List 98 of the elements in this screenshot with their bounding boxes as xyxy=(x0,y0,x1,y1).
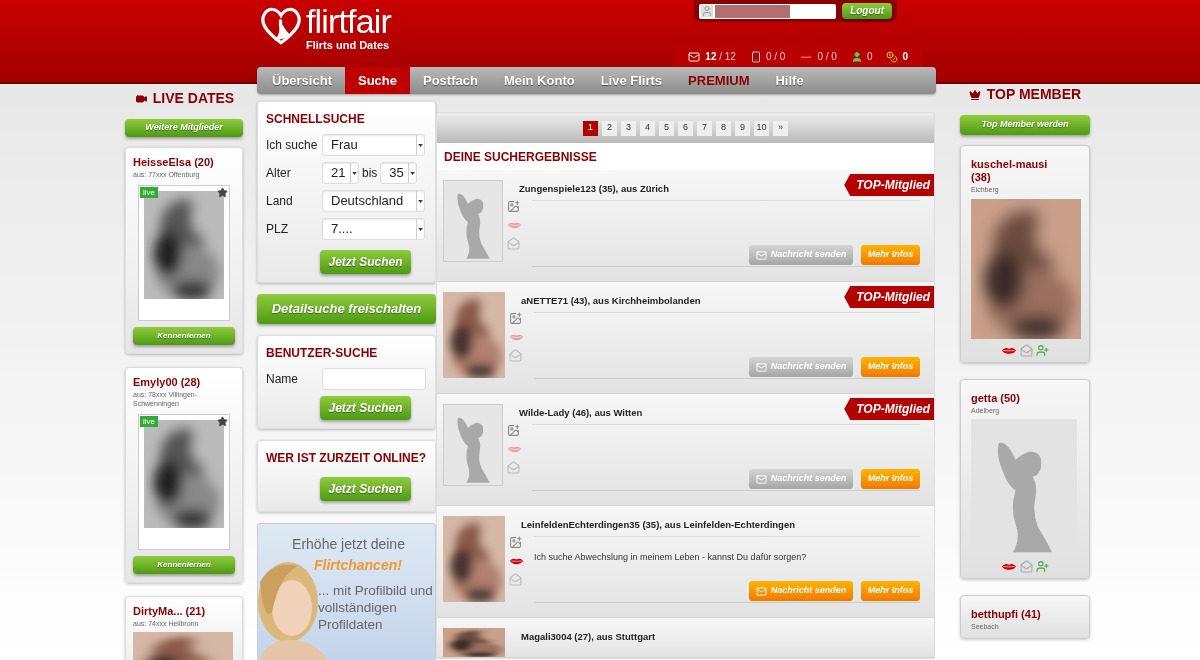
panel-title: WER IST ZURZEIT ONLINE? xyxy=(266,450,427,467)
envelope-icon[interactable] xyxy=(507,237,520,251)
field-label: bis xyxy=(362,165,378,182)
field-label: Alter xyxy=(266,165,292,182)
field-label: Land xyxy=(266,193,294,210)
page-link[interactable]: 6 xyxy=(678,120,693,136)
envelope-icon[interactable] xyxy=(1020,560,1033,573)
select-field[interactable]: 21 xyxy=(322,162,359,184)
page-link[interactable]: 1 xyxy=(583,120,598,136)
result-name[interactable]: Zungenspiele123 (35), aus Zürich xyxy=(519,182,669,197)
envelope-icon xyxy=(755,473,767,485)
mail-icon[interactable] xyxy=(687,50,702,63)
envelope-icon[interactable] xyxy=(509,349,522,363)
video-camera-icon xyxy=(133,92,149,105)
select-field[interactable]: Deutschland xyxy=(322,190,425,212)
page-link[interactable]: 7 xyxy=(697,120,712,136)
logo-icon xyxy=(260,5,302,47)
promo-highlight: Flirtchancen! xyxy=(314,556,403,575)
page-link[interactable]: 8 xyxy=(716,120,731,136)
user-icon xyxy=(701,5,714,17)
result-name[interactable]: aNETTE71 (43), aus Kirchheimbolanden xyxy=(521,294,701,309)
envelope-icon[interactable] xyxy=(507,461,520,475)
envelope-icon xyxy=(755,361,767,373)
username-field[interactable] xyxy=(699,3,837,19)
photo-add-icon[interactable] xyxy=(509,312,522,326)
page-link[interactable]: 4 xyxy=(640,120,655,136)
top-member-ribbon: TOP-Mitglied xyxy=(844,286,934,308)
member-name[interactable]: HeisseElsa (20) xyxy=(133,156,235,169)
stat-count: 0 / 0 xyxy=(765,50,786,64)
member-name[interactable]: betthupfi (41) xyxy=(971,608,1061,621)
page-link[interactable]: 2 xyxy=(602,120,617,136)
section-title: LIVE DATES xyxy=(152,89,235,108)
field-label: Name xyxy=(266,371,299,388)
caret-icon xyxy=(418,143,423,147)
add-contact-icon[interactable] xyxy=(1036,560,1049,573)
field-label: Ich suche xyxy=(266,137,319,154)
field-label: PLZ xyxy=(266,221,289,238)
envelope-icon xyxy=(755,585,767,597)
nav-tab[interactable]: Suche xyxy=(344,67,410,94)
caret-icon xyxy=(418,199,423,203)
select-field[interactable]: 7.... xyxy=(322,218,425,240)
envelope-icon[interactable] xyxy=(1020,343,1033,357)
promo-text: Erhöhe jetzt deine xyxy=(291,535,406,554)
stat-count: 12 / 12 xyxy=(705,50,736,64)
lips-icon[interactable] xyxy=(509,557,524,566)
stat-count: 0 / 0 xyxy=(817,50,837,64)
page-link[interactable]: 3 xyxy=(621,120,636,136)
results-title: DEINE SUCHERGEBNISSE xyxy=(444,148,597,166)
lips-icon[interactable] xyxy=(1001,345,1017,355)
photo-placeholder[interactable] xyxy=(443,180,503,262)
result-text: Ich suche Abwechslung in meinem Leben - kannst Du dafür sorgen? xyxy=(534,552,807,563)
envelope-icon xyxy=(755,249,767,261)
live-badge: live xyxy=(140,416,158,427)
top-member-ribbon: TOP-Mitglied xyxy=(844,398,934,420)
member-name[interactable]: kuschel-mausi (38) xyxy=(971,158,1061,184)
member-name[interactable]: DirtyMa... (21) xyxy=(133,605,235,618)
add-contact-icon[interactable] xyxy=(1036,343,1049,357)
panel-title: BENUTZER-SUCHE xyxy=(266,345,379,362)
promo-text: ... mit Profilbild und vollständigen Profildaten xyxy=(318,582,434,633)
phone-icon[interactable] xyxy=(749,50,762,63)
envelope-icon[interactable] xyxy=(509,573,522,587)
photo-placeholder[interactable] xyxy=(443,404,503,486)
promo-banner[interactable]: Erhöhe jetzt deine Flirtchancen! ... mit Profilbild und vollständigen Profildaten xyxy=(257,523,436,660)
lips-icon[interactable] xyxy=(799,52,814,61)
member-name[interactable]: getta (50) xyxy=(971,391,1061,405)
top-member-ribbon: TOP-Mitglied xyxy=(844,174,934,196)
nav-tab[interactable]: PREMIUM xyxy=(675,67,763,94)
person-icon[interactable] xyxy=(850,50,863,63)
photo-add-icon[interactable] xyxy=(507,424,520,438)
page-link[interactable]: 9 xyxy=(735,120,750,136)
section-title: TOP MEMBER xyxy=(986,85,1082,104)
member-name[interactable]: Emyly00 (28) xyxy=(133,376,235,389)
result-name[interactable]: Magali3004 (27), aus Stuttgart xyxy=(521,630,656,645)
photo-placeholder[interactable] xyxy=(971,419,1077,555)
select-field[interactable]: 35 xyxy=(380,162,418,184)
lips-icon[interactable] xyxy=(1001,562,1017,571)
panel-title: SCHNELLSUCHE xyxy=(266,111,366,128)
page-link[interactable]: » xyxy=(773,120,788,136)
star-icon[interactable] xyxy=(217,187,228,198)
coins-icon[interactable] xyxy=(886,50,899,63)
select-field[interactable]: Frau xyxy=(322,134,425,156)
caret-icon xyxy=(410,171,416,175)
stat-count: 0 xyxy=(902,50,908,64)
star-icon[interactable] xyxy=(217,416,228,427)
caret-icon xyxy=(418,227,423,231)
photo-add-icon[interactable] xyxy=(507,200,520,214)
stat-count: 0 xyxy=(866,50,873,64)
result-name[interactable]: Wilde-Lady (46), aus Witten xyxy=(519,406,643,421)
photo-add-icon[interactable] xyxy=(509,536,522,550)
crown-icon xyxy=(968,88,981,101)
logo-tagline: Flirts und Dates xyxy=(306,38,391,53)
caret-icon xyxy=(352,171,357,175)
name-input-field[interactable] xyxy=(322,368,426,390)
page-link[interactable]: 10 xyxy=(754,120,769,136)
result-name[interactable]: LeinfeldenEchterdingen35 (35), aus Leinfelden-Echterdingen xyxy=(521,518,795,533)
page-link[interactable]: 5 xyxy=(659,120,674,136)
live-badge: live xyxy=(140,187,158,198)
logo-text: flirtfair xyxy=(306,5,391,37)
